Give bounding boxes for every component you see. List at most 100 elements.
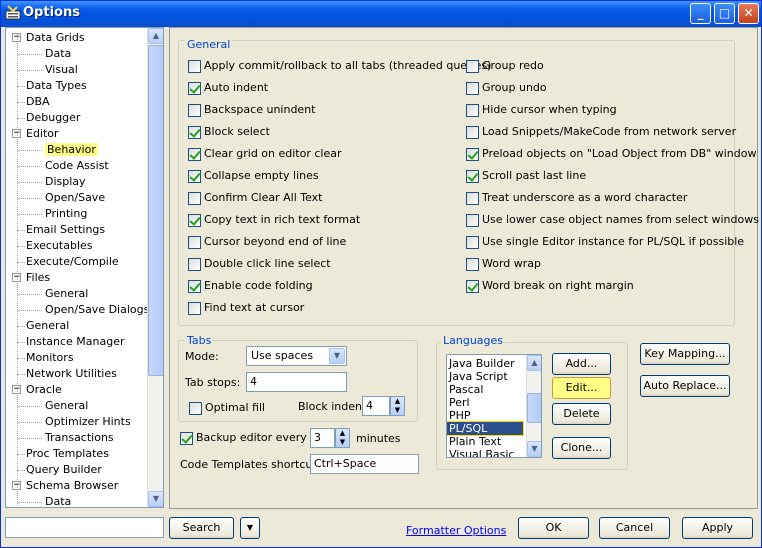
checkbox-box[interactable] xyxy=(188,258,201,271)
checkbox-box[interactable] xyxy=(466,236,479,249)
tree-item[interactable]: Editor xyxy=(26,126,59,142)
spin-down-icon[interactable]: ▼ xyxy=(391,406,404,415)
tree-item[interactable]: General xyxy=(26,318,69,334)
checkbox-box[interactable] xyxy=(188,214,201,227)
cancel-button[interactable]: Cancel xyxy=(599,517,670,539)
apply-button[interactable]: Apply xyxy=(682,517,753,539)
ok-button[interactable]: OK xyxy=(518,517,589,539)
optimal-fill-box[interactable] xyxy=(189,402,202,415)
checkbox-box[interactable] xyxy=(188,104,201,117)
language-item[interactable]: Visual Basic xyxy=(449,448,514,457)
search-button[interactable]: Search xyxy=(169,517,234,539)
scroll-down-icon[interactable]: ▼ xyxy=(527,441,541,457)
checkbox-box[interactable] xyxy=(188,236,201,249)
language-item[interactable]: Java Script xyxy=(449,370,508,383)
checkbox-box[interactable] xyxy=(188,302,201,315)
tree-item[interactable]: Debugger xyxy=(26,110,80,126)
options-tree[interactable]: Data Grids − Data Visual Data Types DBA Debugg… xyxy=(5,27,164,508)
block-indent-input[interactable]: 4 xyxy=(362,396,390,416)
tree-item[interactable]: Executables xyxy=(26,238,93,254)
close-button[interactable]: ✕ xyxy=(738,3,759,24)
tree-item[interactable]: General xyxy=(45,286,88,302)
checkbox-box[interactable] xyxy=(188,126,201,139)
checkbox-box[interactable] xyxy=(188,148,201,161)
tree-item[interactable]: Data xyxy=(45,494,71,507)
clone-language-button[interactable]: Clone... xyxy=(552,437,611,459)
languages-list[interactable]: Java Builder Java Script Pascal Perl PHP PL/S… xyxy=(446,354,542,458)
tree-item[interactable]: Visual xyxy=(45,62,78,78)
delete-language-button[interactable]: Delete xyxy=(552,403,611,425)
checkbox-box[interactable] xyxy=(188,192,201,205)
tree-item[interactable]: Code Assist xyxy=(45,158,109,174)
tree-item[interactable]: Data Grids xyxy=(26,30,85,46)
spin-up-icon[interactable]: ▲ xyxy=(336,429,349,438)
block-indent-spinner[interactable]: ▲ ▼ xyxy=(390,396,405,416)
tree-item[interactable]: Oracle xyxy=(26,382,62,398)
minimize-button[interactable]: _ xyxy=(690,3,711,24)
checkbox-box[interactable] xyxy=(466,170,479,183)
tree-item[interactable]: Proc Templates xyxy=(26,446,109,462)
maximize-button[interactable]: □ xyxy=(714,3,735,24)
scroll-up-icon[interactable]: ▲ xyxy=(527,355,541,371)
tree-item[interactable]: Execute/Compile xyxy=(26,254,119,270)
tree-item[interactable]: Optimizer Hints xyxy=(45,414,131,430)
scroll-up-icon[interactable]: ▲ xyxy=(148,28,163,44)
tree-item[interactable]: Transactions xyxy=(45,430,114,446)
tree-item[interactable]: Monitors xyxy=(26,350,74,366)
tree-item[interactable]: Printing xyxy=(45,206,87,222)
tree-scrollbar[interactable]: ▲ ▼ xyxy=(147,28,163,507)
scroll-thumb[interactable] xyxy=(527,393,541,423)
tree-item[interactable]: Files xyxy=(26,270,50,286)
checkbox-box[interactable] xyxy=(466,82,479,95)
checkbox-box[interactable] xyxy=(466,148,479,161)
language-item[interactable]: Pascal xyxy=(449,383,483,396)
key-mapping-button[interactable]: Key Mapping... xyxy=(640,343,730,365)
code-templates-input[interactable]: Ctrl+Space xyxy=(310,454,419,474)
tree-item[interactable]: Email Settings xyxy=(26,222,105,238)
language-item[interactable]: PHP xyxy=(449,409,471,422)
tree-item[interactable]: Instance Manager xyxy=(26,334,125,350)
checkbox-box[interactable] xyxy=(188,170,201,183)
mode-select[interactable]: Use spaces ▼ xyxy=(246,346,347,366)
tree-item[interactable]: Schema Browser xyxy=(26,478,118,494)
chevron-down-icon[interactable]: ▼ xyxy=(329,348,345,364)
search-input[interactable] xyxy=(5,517,164,538)
tree-item[interactable]: General xyxy=(45,398,88,414)
tree-item[interactable]: Data xyxy=(45,46,71,62)
tree-item[interactable]: Query Builder xyxy=(26,462,102,478)
checkbox-box[interactable] xyxy=(188,280,201,293)
checkbox-box[interactable] xyxy=(466,192,479,205)
checkbox-box[interactable] xyxy=(466,60,479,73)
edit-language-button[interactable]: Edit... xyxy=(552,377,611,399)
checkbox-box[interactable] xyxy=(466,104,479,117)
languages-scrollbar[interactable]: ▲ ▼ xyxy=(526,355,541,457)
checkbox-box[interactable] xyxy=(188,60,201,73)
checkbox-box[interactable] xyxy=(466,280,479,293)
scroll-down-icon[interactable]: ▼ xyxy=(148,491,163,507)
tree-item[interactable]: Display xyxy=(45,174,86,190)
backup-minutes-input[interactable]: 3 xyxy=(310,428,335,448)
spin-up-icon[interactable]: ▲ xyxy=(391,397,404,406)
scroll-thumb[interactable] xyxy=(148,45,163,376)
formatter-options-link[interactable]: Formatter Options xyxy=(406,524,506,537)
search-options-dropdown[interactable]: ▼ xyxy=(240,517,260,539)
tree-item[interactable]: DBA xyxy=(26,94,50,110)
spin-down-icon[interactable]: ▼ xyxy=(336,438,349,447)
tree-item[interactable]: Open/Save Dialogs xyxy=(45,302,148,318)
tree-item[interactable]: Open/Save xyxy=(45,190,105,206)
checkbox-box[interactable] xyxy=(188,82,201,95)
tabstops-input[interactable]: 4 xyxy=(246,372,347,392)
language-item[interactable]: Plain Text xyxy=(449,435,501,448)
language-item[interactable]: Java Builder xyxy=(449,357,515,370)
checkbox-box[interactable] xyxy=(466,258,479,271)
language-item[interactable]: Perl xyxy=(449,396,470,409)
add-language-button[interactable]: Add... xyxy=(552,353,611,375)
tree-item[interactable]: Network Utilities xyxy=(26,366,117,382)
checkbox-box[interactable] xyxy=(466,214,479,227)
backup-box[interactable] xyxy=(180,432,193,445)
auto-replace-button[interactable]: Auto Replace... xyxy=(640,375,730,397)
language-item[interactable]: PL/SQL xyxy=(447,421,524,436)
tree-item[interactable]: Data Types xyxy=(26,78,87,94)
backup-minutes-spinner[interactable]: ▲ ▼ xyxy=(335,428,350,448)
tree-item[interactable]: Behavior xyxy=(45,142,98,158)
